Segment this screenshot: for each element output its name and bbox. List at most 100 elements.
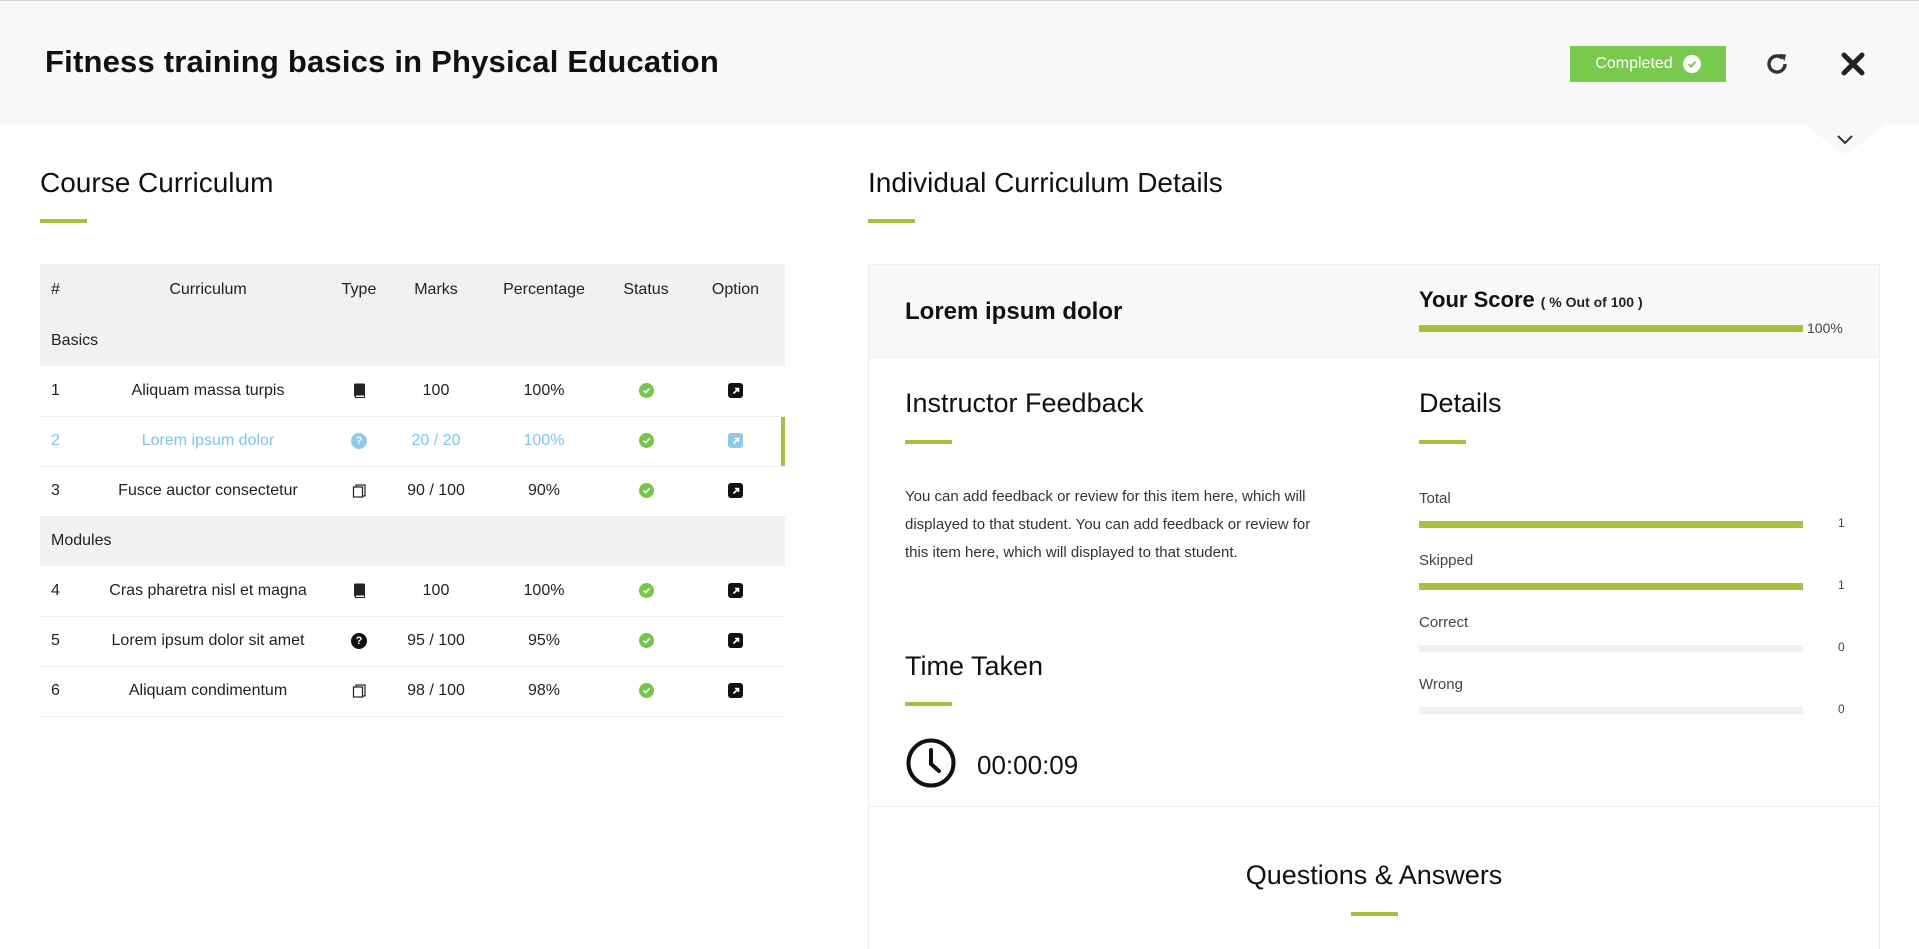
- percentage-cell: 100%: [482, 566, 606, 617]
- marks-cell: 20 / 20: [390, 416, 482, 467]
- stat-value: 1: [1838, 516, 1845, 530]
- curriculum-title-underline: [40, 219, 87, 223]
- score-percentage: 100%: [1807, 320, 1843, 336]
- status-cell: [606, 366, 686, 417]
- row-number: 5: [40, 616, 88, 667]
- column-header: Type: [328, 264, 390, 316]
- option-cell: [686, 616, 785, 667]
- score-sublabel: ( % Out of 100 ): [1540, 294, 1643, 310]
- status-label: Completed: [1595, 55, 1673, 72]
- open-external-icon[interactable]: [728, 483, 743, 499]
- stat-value: 0: [1838, 640, 1845, 654]
- type-cell: [328, 566, 390, 617]
- row-number: 2: [40, 416, 88, 467]
- status-cell: [606, 416, 686, 467]
- table-row[interactable]: 3 Fusce auctor consectetur 90 / 100 90%: [40, 466, 785, 517]
- table-row[interactable]: 1 Aliquam massa turpis 100 100%: [40, 366, 785, 417]
- time-value: 00:00:09: [977, 750, 1079, 780]
- check-circle-icon: [638, 683, 654, 699]
- curriculum-name: Lorem ipsum dolor sit amet: [88, 616, 328, 667]
- details-title-underline: [1419, 440, 1466, 444]
- marks-cell: 98 / 100: [390, 666, 482, 717]
- percentage-cell: 95%: [482, 616, 606, 667]
- feedback-title: Instructor Feedback: [905, 388, 1144, 418]
- type-cell: [328, 466, 390, 517]
- row-number: 4: [40, 566, 88, 617]
- table-row-active[interactable]: 2 Lorem ipsum dolor ? 20 / 20 100%: [40, 416, 785, 467]
- stat-bar: [1419, 583, 1803, 590]
- column-header: Option: [686, 264, 785, 316]
- details-title: Details: [1419, 388, 1502, 418]
- stat-bar: [1419, 645, 1803, 652]
- percentage-cell: 100%: [482, 366, 606, 417]
- option-cell: [686, 416, 785, 467]
- curriculum-name: Aliquam massa turpis: [88, 366, 328, 417]
- marks-cell: 100: [390, 366, 482, 417]
- option-cell: [686, 566, 785, 617]
- check-circle-icon: [638, 483, 654, 499]
- table-header-row: # Curriculum Type Marks Percentage Statu…: [40, 264, 785, 316]
- marks-cell: 100: [390, 566, 482, 617]
- curriculum-title: Course Curriculum: [40, 167, 274, 198]
- group-label: Modules: [40, 516, 785, 566]
- open-external-icon[interactable]: [728, 583, 743, 599]
- open-external-icon[interactable]: [728, 683, 743, 699]
- stat-label: Correct: [1419, 614, 1469, 631]
- stat-value: 1: [1838, 578, 1845, 592]
- row-number: 1: [40, 366, 88, 417]
- qa-title: Questions & Answers: [1245, 860, 1503, 890]
- open-external-icon[interactable]: [728, 433, 743, 449]
- time-taken-underline: [905, 702, 952, 706]
- time-taken-title: Time Taken: [905, 651, 1044, 681]
- percentage-cell: 100%: [482, 416, 606, 467]
- status-cell: [606, 666, 686, 717]
- stat-label: Wrong: [1419, 676, 1463, 693]
- row-number: 6: [40, 666, 88, 717]
- table-row[interactable]: 6 Aliquam condimentum 98 / 100 98%: [40, 666, 785, 717]
- option-cell: [686, 466, 785, 517]
- column-header: Marks: [390, 264, 482, 316]
- check-circle-icon: [638, 383, 654, 399]
- open-external-icon[interactable]: [728, 383, 743, 399]
- completed-status-badge[interactable]: Completed: [1570, 46, 1726, 82]
- status-cell: [606, 566, 686, 617]
- curriculum-table: # Curriculum Type Marks Percentage Statu…: [40, 264, 785, 717]
- pages-icon: [352, 684, 367, 698]
- status-cell: [606, 466, 686, 517]
- question-icon: ?: [351, 432, 367, 449]
- status-cell: [606, 616, 686, 667]
- type-cell: [328, 666, 390, 717]
- question-icon: ?: [351, 632, 367, 649]
- feedback-title-underline: [905, 440, 952, 444]
- page-header: Fitness training basics in Physical Educ…: [0, 1, 1919, 124]
- curriculum-name: Cras pharetra nisl et magna: [88, 566, 328, 617]
- refresh-icon[interactable]: [1760, 47, 1794, 81]
- option-cell: [686, 366, 785, 417]
- curriculum-name: Aliquam condimentum: [88, 666, 328, 717]
- book-icon: [353, 383, 366, 399]
- column-header: #: [40, 264, 88, 316]
- time-taken: 00:00:09: [905, 737, 1078, 794]
- type-cell: ?: [328, 616, 390, 667]
- score-progress-fill: [1419, 325, 1803, 332]
- percentage-cell: 90%: [482, 466, 606, 517]
- check-circle-icon: [638, 633, 654, 649]
- table-row[interactable]: 4 Cras pharetra nisl et magna 100 100%: [40, 566, 785, 617]
- marks-cell: 95 / 100: [390, 616, 482, 667]
- marks-cell: 90 / 100: [390, 466, 482, 517]
- open-external-icon[interactable]: [728, 633, 743, 649]
- chevron-down-icon[interactable]: [1829, 124, 1861, 156]
- check-circle-icon: [1682, 55, 1701, 73]
- your-score-label: Your Score ( % Out of 100 ): [1419, 287, 1643, 313]
- group-row-modules: Modules: [40, 516, 785, 566]
- group-label: Basics: [40, 316, 785, 366]
- column-header: Status: [606, 264, 686, 316]
- table-row[interactable]: 5 Lorem ipsum dolor sit amet ? 95 / 100 …: [40, 616, 785, 667]
- curriculum-name: Fusce auctor consectetur: [88, 466, 328, 517]
- type-cell: ?: [328, 416, 390, 467]
- close-icon[interactable]: [1836, 47, 1870, 81]
- curriculum-name: Lorem ipsum dolor: [88, 416, 328, 467]
- check-circle-icon: [638, 433, 654, 449]
- percentage-cell: 98%: [482, 666, 606, 717]
- option-cell: [686, 666, 785, 717]
